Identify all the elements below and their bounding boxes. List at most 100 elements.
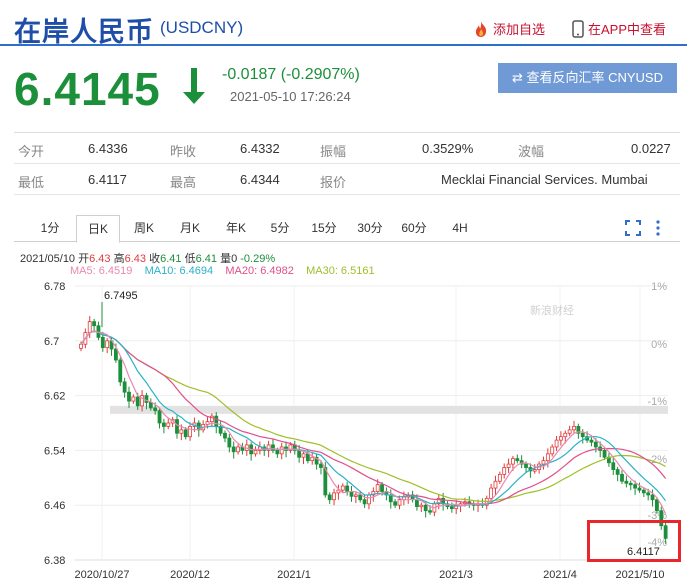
candle-body [620,473,624,482]
candle-body [214,415,219,427]
pct-tick-label: 1% [651,281,667,293]
candle-body [122,381,127,393]
current-price: 6.4145 [14,63,161,115]
candle-body [624,480,629,484]
stat-value: 6.4117 [88,172,127,187]
stat-value: 0.0227 [631,141,671,156]
ohlc-low: 6.41 [195,253,217,265]
candle-body [367,494,371,505]
tab-1min[interactable]: 1分 [32,215,68,242]
ohlc-label: 高 [113,253,125,265]
candle-body [593,441,598,448]
ohlc-label: 收 [149,253,161,265]
candle-body [655,499,659,512]
ohlc-pct: -0.29% [240,253,276,265]
tab-15min[interactable]: 15分 [306,215,342,242]
stat-value: 6.4336 [88,141,128,156]
stat-label: 今开 [18,144,45,159]
candle-body [349,491,354,497]
candle-body [327,494,332,501]
y-tick-label: 6.7 [44,336,59,348]
pct-tick-label: 0% [651,339,667,351]
tab-daily-k[interactable]: 日K [76,215,120,243]
candle-body [92,321,96,327]
candle-body [628,482,633,486]
candle-body [532,469,537,472]
candle-body [580,432,585,438]
tab-30min[interactable]: 30分 [352,215,388,242]
more-options-icon[interactable] [655,220,661,239]
y-tick-label: 6.62 [44,391,65,403]
candle-body [188,426,192,438]
add-watchlist-link[interactable]: 添加自选 [473,19,545,41]
candle-body [419,504,424,508]
candle-body [358,494,363,501]
candle-body [310,456,315,462]
candle-body [611,462,616,470]
stat-label: 报价 [320,175,347,190]
candle-body [301,453,306,458]
page-header: 在岸人民币 (USDCNY) 添加自选 在APP中查看 [0,0,687,48]
candle-body [319,463,323,468]
y-tick-label: 6.46 [44,500,65,512]
candle-body [118,359,123,383]
candle-body [423,504,428,512]
candle-body [541,460,546,465]
candle-body [79,343,83,349]
ma30-line [80,330,666,503]
candle-body [554,439,559,448]
candle-body [572,426,576,431]
stats-row: 今开 6.4336 昨收 6.4332 振幅 0.3529% 波幅 0.0227 [14,133,680,164]
ma10-value: MA10: 6.4694 [144,265,214,277]
candle-body [559,436,563,441]
candle-body [253,449,258,455]
stat-value: Mecklai Financial Services. Mumbai [441,172,648,187]
tab-5min[interactable]: 5分 [262,215,298,242]
reverse-rate-button[interactable]: ⇄ 查看反向汇率 CNYUSD [498,63,677,93]
ohlc-high: 6.43 [124,253,147,265]
candle-body [345,485,350,492]
candle-body [153,407,158,412]
tab-yearly-k[interactable]: 年K [218,215,254,242]
tab-60min[interactable]: 60分 [396,215,432,242]
tab-weekly-k[interactable]: 周K [126,215,162,242]
x-tick-label: 2021/3 [439,569,473,581]
candle-body [375,484,380,492]
add-watchlist-label: 添加自选 [493,22,546,37]
ma5-value: MA5: 6.4519 [70,265,133,277]
x-tick-label: 2021/4 [543,569,577,581]
open-in-app-link[interactable]: 在APP中查看 [572,19,666,41]
page-title: 在岸人民币 [14,17,154,48]
open-in-app-label: 在APP中查看 [588,22,667,37]
tab-4h[interactable]: 4H [442,215,478,242]
y-tick-label: 6.54 [44,445,65,457]
candle-body [615,469,620,475]
watermark-text: 新浪财经 [530,303,574,317]
x-tick-label: 2020/12 [170,569,210,581]
candle-body [305,453,310,462]
candle-body [567,429,572,434]
candlestick-chart: 6.786.76.626.546.466.381%0%-1%-2%-3%-4%2… [44,281,668,581]
ma20-value: MA20: 6.4982 [225,265,294,277]
ma-info-line: MA5: 6.4519 MA10: 6.4694 MA20: 6.4982 MA… [70,265,375,277]
candle-body [511,458,515,465]
candle-body [144,395,149,403]
stat-label: 最高 [170,175,197,190]
candle-body [646,492,651,496]
stat-label: 波幅 [518,144,545,159]
candle-body [353,494,358,497]
candle-body [362,499,367,505]
candle-body [223,432,227,439]
candle-body [489,487,494,499]
candle-body [131,396,136,402]
fullscreen-icon[interactable] [625,220,641,239]
quote-timestamp: 2021-05-10 17:26:24 [230,89,351,104]
tab-monthly-k[interactable]: 月K [172,215,208,242]
candle-body [175,419,179,434]
currency-code: (USDCNY) [160,18,244,37]
ohlc-open: 6.43 [89,253,111,265]
y-tick-label: 6.78 [44,281,65,293]
candle-body [166,422,171,427]
candle-body [415,499,419,507]
candle-body [227,437,232,448]
